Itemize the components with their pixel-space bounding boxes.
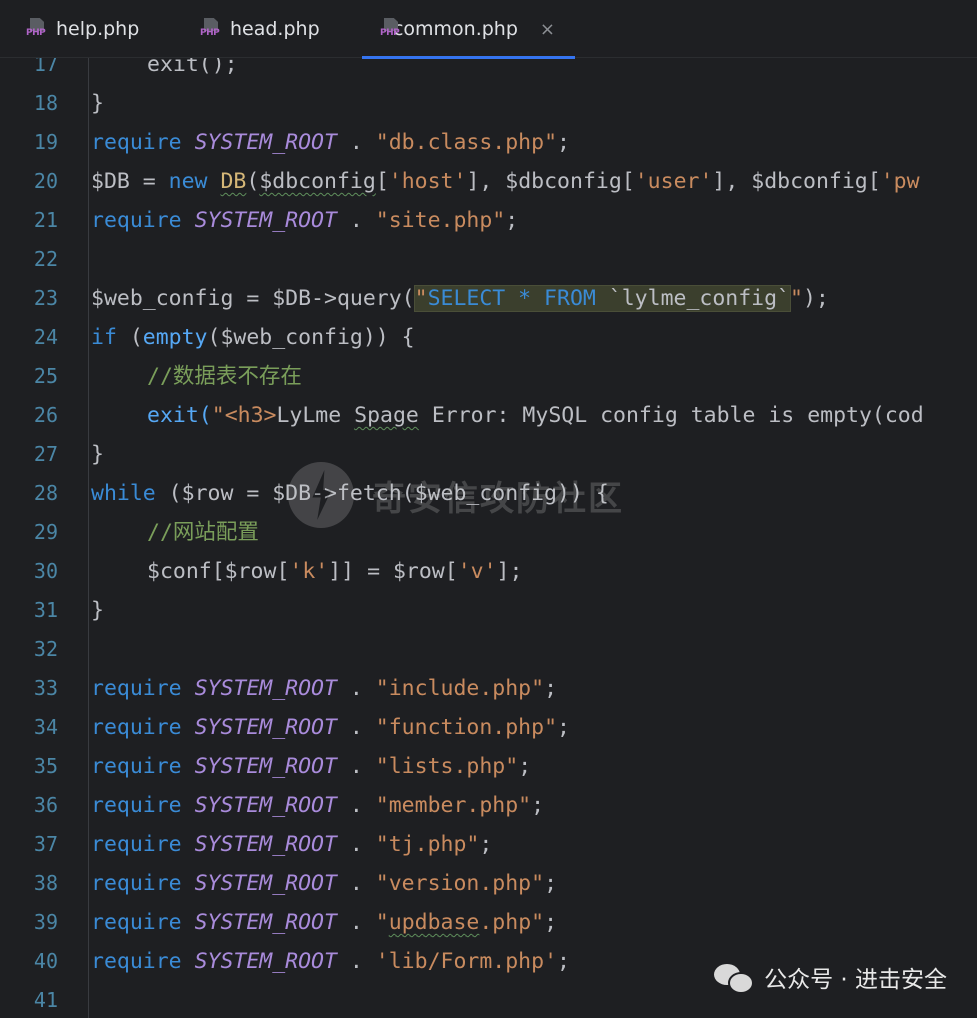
code-text: //网站配置 [147,520,259,545]
code-text: require SYSTEM_ROOT . "function.php"; [91,715,570,740]
code-line: 34 require SYSTEM_ROOT . "function.php"; [0,708,977,747]
code-line: 38 require SYSTEM_ROOT . "version.php"; [0,864,977,903]
code-text: //数据表不存在 [147,364,302,389]
code-text: require SYSTEM_ROOT . "tj.php"; [91,832,493,857]
line-number: 22 [33,247,58,271]
line-number: 18 [33,91,58,115]
wechat-icon [714,962,755,994]
line-number: 34 [33,715,58,739]
php-file-icon: PHP [380,18,400,40]
line-number: 23 [33,286,58,310]
code-line: 17 exit(); [0,58,977,84]
line-number: 19 [33,130,58,154]
code-text: require SYSTEM_ROOT . "member.php"; [91,793,545,818]
line-number: 36 [33,793,58,817]
code-line: 18 } [0,84,977,123]
code-text: exit(); [147,58,238,77]
code-line: 25 //数据表不存在 [0,357,977,396]
code-line: 24 if (empty($web_config)) { [0,318,977,357]
php-file-icon: PHP [26,18,50,40]
line-number: 32 [33,637,58,661]
tab-common-php[interactable]: PHP common.php × [362,0,575,59]
code-text: require SYSTEM_ROOT . "include.php"; [91,676,558,701]
tab-label: common.php [392,18,518,40]
line-number: 17 [33,58,58,76]
code-text: $DB = new DB($dbconfig['host'], $dbconfi… [91,169,920,194]
code-line: 35 require SYSTEM_ROOT . "lists.php"; [0,747,977,786]
code-line: 33 require SYSTEM_ROOT . "include.php"; [0,669,977,708]
line-number: 25 [33,364,58,388]
tab-head-php[interactable]: PHP head.php [200,0,320,58]
code-line: 30 $conf[$row['k']] = $row['v']; [0,552,977,591]
code-line: 23 $web_config = $DB->query("SELECT * FR… [0,279,977,318]
line-number: 28 [33,481,58,505]
code-text: require SYSTEM_ROOT . "db.class.php"; [91,130,570,155]
line-number: 39 [33,910,58,934]
code-line: 36 require SYSTEM_ROOT . "member.php"; [0,786,977,825]
watermark-bottom: 公众号 · 进击安全 [714,960,947,994]
line-number: 21 [33,208,58,232]
lightning-logo-icon [288,462,354,528]
code-line: 20 $DB = new DB($dbconfig['host'], $dbco… [0,162,977,201]
line-number: 24 [33,325,58,349]
code-text: if (empty($web_config)) { [91,325,415,350]
code-text: $conf[$row['k']] = $row['v']; [147,559,523,584]
line-number: 29 [33,520,58,544]
code-line: 22 [0,240,977,279]
php-file-icon: PHP [200,18,224,40]
code-text: } [91,91,104,116]
code-line: 26 exit("<h3>LyLme Spage Error: MySQL co… [0,396,977,435]
code-line: 39 require SYSTEM_ROOT . "updbase.php"; [0,903,977,942]
watermark-bottom-text: 公众号 · 进击安全 [764,967,947,993]
watermark-center: 奇安信攻防社区 [288,462,624,528]
code-text: exit("<h3>LyLme Spage Error: MySQL confi… [147,403,924,428]
code-line: 21 require SYSTEM_ROOT . "site.php"; [0,201,977,240]
sql-highlight: "SELECT * FROM `lylme_config` [413,285,792,312]
code-line: 32 [0,630,977,669]
line-number: 37 [33,832,58,856]
code-text: require SYSTEM_ROOT . "updbase.php"; [91,910,558,935]
code-text: } [91,598,104,623]
line-number: 31 [33,598,58,622]
line-number: 27 [33,442,58,466]
code-editor[interactable]: 17 exit(); 18 } 19 require SYSTEM_ROOT .… [0,58,977,1018]
line-number: 26 [33,403,58,427]
line-number: 40 [33,949,58,973]
tab-help-php[interactable]: PHP help.php [26,0,139,58]
close-tab-icon[interactable]: × [540,19,555,40]
code-text: require SYSTEM_ROOT . "site.php"; [91,208,519,233]
code-line: 37 require SYSTEM_ROOT . "tj.php"; [0,825,977,864]
line-number: 38 [33,871,58,895]
line-number: 41 [33,988,58,1012]
line-number: 33 [33,676,58,700]
code-text: $web_config = $DB->query("SELECT * FROM … [91,285,829,312]
code-text: require SYSTEM_ROOT . "lists.php"; [91,754,532,779]
code-line: 31 } [0,591,977,630]
watermark-text: 奇安信攻防社区 [372,478,624,519]
tab-label: head.php [230,18,320,40]
tab-label: help.php [56,18,140,40]
line-number: 30 [33,559,58,583]
line-number: 20 [33,169,58,193]
code-text: require SYSTEM_ROOT . 'lib/Form.php'; [91,949,570,974]
code-text: require SYSTEM_ROOT . "version.php"; [91,871,558,896]
code-text: } [91,442,104,467]
editor-tab-bar: PHP help.php PHP head.php PHP common.php… [0,0,977,59]
line-number: 35 [33,754,58,778]
code-line: 19 require SYSTEM_ROOT . "db.class.php"; [0,123,977,162]
